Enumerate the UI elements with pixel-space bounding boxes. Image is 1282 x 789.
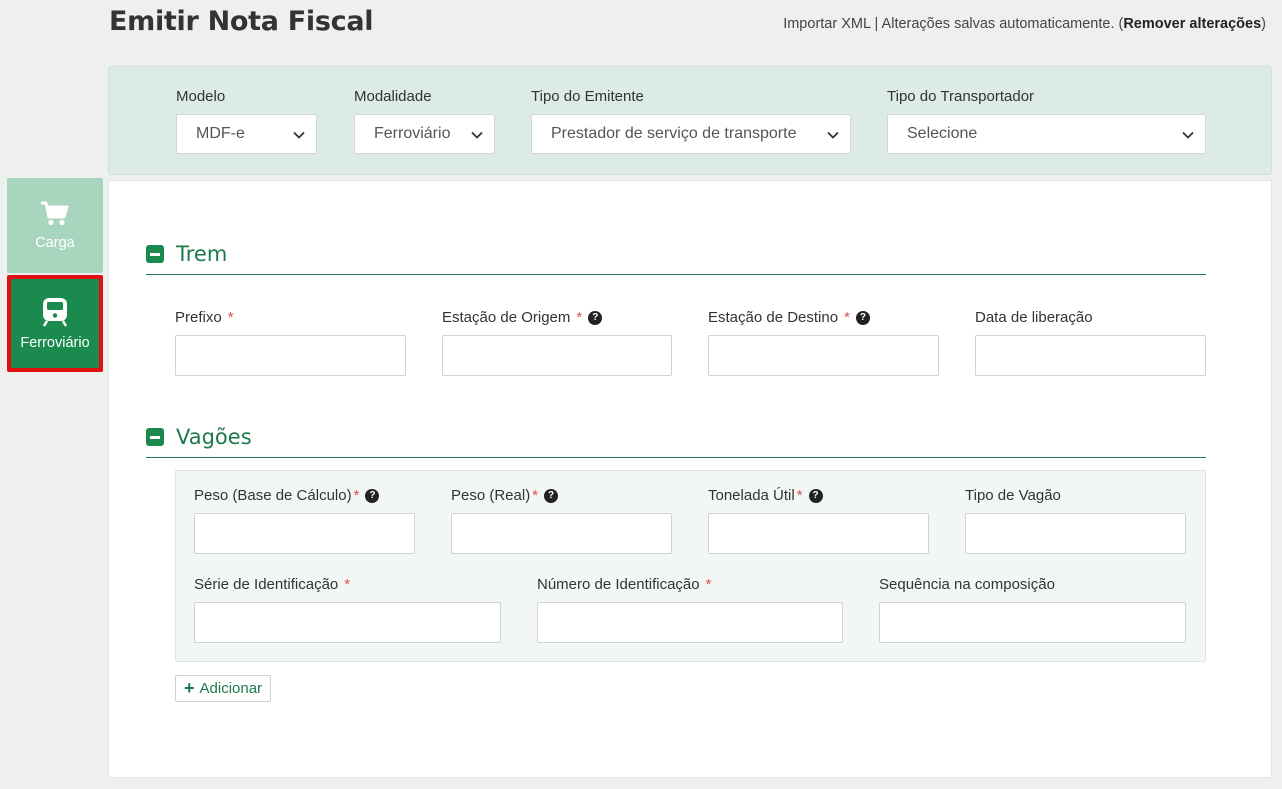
estacao-origem-field: Estação de Origem *?: [442, 309, 672, 376]
numero-ident-label: Número de Identificação *: [537, 576, 843, 593]
tipo-vagao-field: Tipo de Vagão: [965, 487, 1186, 554]
chevron-down-icon: [293, 131, 305, 139]
sidebar-item-carga[interactable]: Carga: [7, 178, 103, 273]
add-vagao-button[interactable]: + Adicionar: [175, 675, 272, 702]
required-marker: *: [705, 576, 712, 593]
modelo-select[interactable]: MDF-e: [176, 114, 317, 154]
serie-ident-label-text: Série de Identificação: [194, 576, 339, 593]
filter-panel: Modelo MDF-e Modalidade Ferroviário Tipo…: [108, 66, 1272, 175]
peso-base-label: Peso (Base de Cálculo) *?: [194, 487, 415, 504]
tipo-emitente-label: Tipo do Emitente: [531, 88, 644, 105]
chevron-down-icon: [471, 131, 483, 139]
tonelada-util-label-text: Tonelada Útil: [708, 487, 795, 504]
help-icon[interactable]: ?: [365, 488, 380, 503]
serie-ident-input[interactable]: [194, 602, 501, 643]
peso-base-label-text: Peso (Base de Cálculo): [194, 487, 352, 504]
tipo-transportador-label: Tipo do Transportador: [887, 88, 1035, 105]
numero-ident-label-text: Número de Identificação: [537, 576, 700, 593]
page-title: Emitir Nota Fiscal: [109, 6, 374, 37]
serie-ident-field: Série de Identificação *: [194, 576, 501, 643]
required-marker: *: [844, 309, 850, 326]
peso-base-field: Peso (Base de Cálculo) *?: [194, 487, 415, 554]
required-marker: *: [576, 309, 583, 326]
data-liberacao-input[interactable]: [975, 335, 1206, 376]
sidebar-item-ferroviario[interactable]: Ferroviário: [7, 275, 103, 372]
collapse-icon[interactable]: [146, 428, 164, 446]
help-icon[interactable]: ?: [544, 488, 559, 503]
sidebar-item-label: Ferroviário: [20, 334, 90, 351]
data-liberacao-field: Data de liberação: [975, 309, 1206, 376]
remove-changes-link[interactable]: Remover alterações: [1123, 16, 1261, 32]
modelo-label: Modelo: [176, 88, 226, 105]
train-icon: [42, 297, 68, 327]
estacao-origem-label-text: Estação de Origem: [442, 309, 571, 326]
required-marker: *: [796, 487, 803, 504]
estacao-destino-label-text: Estação de Destino: [708, 309, 839, 326]
peso-real-input[interactable]: [451, 513, 672, 554]
tonelada-util-input[interactable]: [708, 513, 929, 554]
required-marker: *: [353, 487, 360, 504]
section-title-vagoes: Vagões: [176, 425, 252, 449]
modelo-group: Modelo MDF-e: [176, 88, 317, 154]
help-icon[interactable]: ?: [808, 488, 823, 503]
tonelada-util-label: Tonelada Útil *?: [708, 487, 929, 504]
numero-ident-field: Número de Identificação *: [537, 576, 843, 643]
help-icon[interactable]: ?: [588, 310, 603, 325]
modalidade-value: Ferroviário: [374, 125, 451, 142]
sequencia-input[interactable]: [879, 602, 1186, 643]
autosave-status: Alterações salvas automaticamente. (: [881, 16, 1124, 32]
data-liberacao-label: Data de liberação: [975, 309, 1093, 326]
prefixo-field: Prefixo *: [175, 309, 406, 376]
tonelada-util-field: Tonelada Útil *?: [708, 487, 929, 554]
sequencia-label: Sequência na composição: [879, 576, 1055, 593]
header-separator: |: [874, 16, 879, 32]
prefixo-input[interactable]: [175, 335, 406, 376]
vagao-item-box: Peso (Base de Cálculo) *? Peso (Real) *? T…: [175, 470, 1206, 662]
estacao-destino-input[interactable]: [708, 335, 939, 376]
serie-ident-label: Série de Identificação *: [194, 576, 501, 593]
sidebar-item-label: Carga: [35, 234, 75, 251]
cart-icon: [41, 201, 69, 225]
modelo-value: MDF-e: [196, 125, 245, 142]
tipo-transportador-select[interactable]: Selecione: [887, 114, 1206, 154]
tipo-emitente-value: Prestador de serviço de transporte: [551, 125, 797, 142]
required-marker: *: [344, 576, 351, 593]
estacao-origem-label: Estação de Origem *?: [442, 309, 672, 326]
tipo-vagao-input[interactable]: [965, 513, 1186, 554]
section-title-trem: Trem: [176, 242, 228, 266]
estacao-destino-field: Estação de Destino *?: [708, 309, 939, 376]
close-paren: ): [1261, 16, 1266, 32]
modalidade-label: Modalidade: [354, 88, 432, 105]
help-icon[interactable]: ?: [855, 310, 870, 325]
required-marker: *: [532, 487, 539, 504]
import-xml-link[interactable]: Importar XML: [783, 16, 870, 32]
sequencia-field: Sequência na composição: [879, 576, 1186, 643]
header-actions: Importar XML | Alterações salvas automat…: [783, 16, 1266, 32]
tipo-transportador-value: Selecione: [907, 125, 978, 142]
trem-section-header: Trem: [146, 242, 1206, 275]
chevron-down-icon: [1182, 131, 1194, 139]
tipo-vagao-label: Tipo de Vagão: [965, 487, 1061, 504]
chevron-down-icon: [827, 131, 839, 139]
collapse-icon[interactable]: [146, 245, 164, 263]
tipo-emitente-select[interactable]: Prestador de serviço de transporte: [531, 114, 851, 154]
prefixo-label: Prefixo *: [175, 309, 406, 326]
plus-icon: +: [184, 678, 195, 698]
peso-real-label-text: Peso (Real): [451, 487, 531, 504]
peso-real-field: Peso (Real) *?: [451, 487, 672, 554]
numero-ident-input[interactable]: [537, 602, 843, 643]
modalidade-select[interactable]: Ferroviário: [354, 114, 495, 154]
estacao-origem-input[interactable]: [442, 335, 672, 376]
required-marker: *: [227, 309, 234, 326]
vagoes-section-header: Vagões: [146, 425, 1206, 458]
form-card: Trem Prefixo * Estação de Origem *? Estaçã…: [108, 180, 1272, 778]
add-button-label: Adicionar: [199, 680, 263, 697]
estacao-destino-label: Estação de Destino *?: [708, 309, 939, 326]
peso-base-input[interactable]: [194, 513, 415, 554]
tipo-transportador-group: Tipo do Transportador Selecione: [887, 88, 1206, 154]
prefixo-label-text: Prefixo: [175, 309, 222, 326]
modalidade-group: Modalidade Ferroviário: [354, 88, 495, 154]
tipo-emitente-group: Tipo do Emitente Prestador de serviço de…: [531, 88, 851, 154]
peso-real-label: Peso (Real) *?: [451, 487, 672, 504]
